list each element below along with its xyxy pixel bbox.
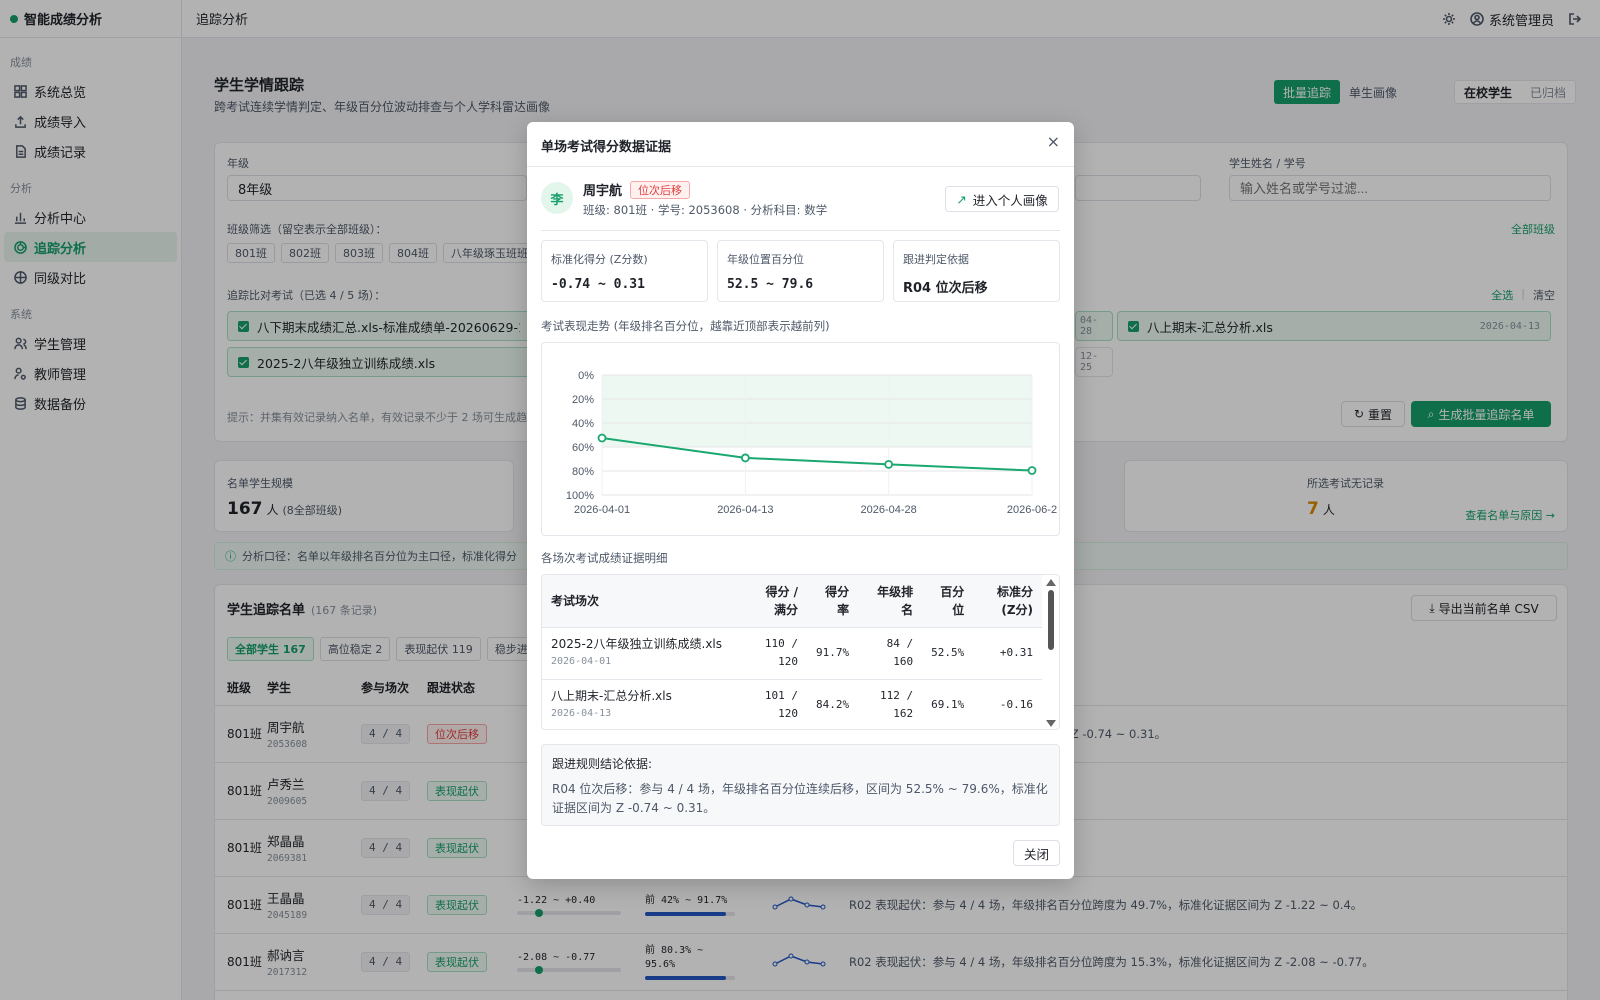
avatar: 李 [541,182,573,214]
rank-total: 160 [893,655,914,668]
data-point [1027,466,1037,475]
z-cell: +0.31 [973,626,1042,679]
exam-name: 八上期末-汇总分析.xls [551,689,672,704]
th-score: 得分 / 满分 [742,575,807,627]
score-full: 120 [778,655,798,668]
rank-cell: 112 / 162 [858,678,923,729]
rank-cell: 84 / 160 [858,626,923,679]
exam-date: 2026-04-13 [551,708,612,720]
score-cell: 110 / 120 [742,626,807,679]
conclusion-title: 跟进规则结论依据: [552,757,653,771]
exam-date: 2026-04-01 [551,656,612,667]
profile-button[interactable]: ↗ 进入个人画像 [945,186,1059,212]
evidence-table-wrap: 考试场次 得分 / 满分 得分率 年级排名 百分位 标准分 (Z分) 2025-… [542,575,1042,729]
th-exam: 考试场次 [542,575,742,627]
exam-cell: 2025-2八年级独立训练成绩.xls 2026-04-01 [542,626,742,679]
stat-value: R04 位次后移 [903,281,988,296]
arrow-up-right-icon: ↗ [956,191,967,207]
th-rate: 得分率 [807,575,859,627]
profile-label: 进入个人画像 [972,192,1048,208]
rate-cell: 84.2% [807,678,859,729]
evidence-table-body: 2025-2八年级独立训练成绩.xls 2026-04-01 110 / 120 91.… [542,626,1042,729]
x-tick-label: 2026-04-13 [717,504,773,516]
score-full: 120 [778,707,798,721]
evidence-modal: 单场考试得分数据证据 × 李 周宇航 位次后移 班级: 801班 · 学号: 2… [527,122,1074,879]
evidence-row[interactable]: 2025-2八年级独立训练成绩.xls 2026-04-01 110 / 120 91.… [542,626,1042,679]
rank-value: 84 / [886,637,914,650]
scroll-down-icon[interactable] [1046,720,1056,727]
evidence-table-header: 考试场次 得分 / 满分 得分率 年级排名 百分位 标准分 (Z分) [542,575,1042,627]
evidence-table-container[interactable]: 考试场次 得分 / 满分 得分率 年级排名 百分位 标准分 (Z分) 2025-… [541,574,1060,730]
student-meta: 班级: 801班 · 学号: 2053608 · 分析科目: 数学 [583,203,828,217]
score-value: 101 / [764,689,798,703]
x-tick-label: 2026-06-2 [1007,504,1057,516]
stat-value: 52.5 ~ 79.6 [727,277,814,292]
rank-value: 112 / [880,689,914,703]
stat-label: 标准化得分 (Z分数) [551,253,648,266]
table-title: 各场次考试成绩证据明细 [541,551,668,565]
evidence-table: 考试场次 得分 / 满分 得分率 年级排名 百分位 标准分 (Z分) 2025-… [542,575,1042,729]
status-badge: 位次后移 [630,180,691,199]
y-tick-label: 40% [572,418,594,430]
exam-name: 2025-2八年级独立训练成绩.xls [551,637,723,651]
x-tick-label: 2026-04-01 [574,504,630,516]
rank-total: 162 [893,707,914,721]
chart-title: 考试表现走势 (年级排名百分位，越靠近顶部表示越前列) [541,319,830,333]
close-button[interactable]: 关闭 [1013,840,1060,866]
stat-label: 跟进判定依据 [903,253,969,266]
chart-band [602,375,1032,447]
pct-cell: 52.5% [922,626,974,679]
student-name: 周宇航 [583,184,623,199]
conclusion-box: 跟进规则结论依据: R04 位次后移：参与 4 / 4 场，年级排名百分位连续后… [541,744,1060,826]
y-tick-label: 20% [572,394,594,406]
scrollbar[interactable] [1045,579,1057,727]
modal-divider [541,230,1060,231]
conclusion-text: R04 位次后移：参与 4 / 4 场，年级排名百分位连续后移，区间为 52.5… [552,782,1048,815]
th-score-label: 得分 / 满分 [765,584,798,617]
data-point [884,460,894,469]
y-tick-label: 80% [572,466,594,478]
score-cell: 101 / 120 [742,678,807,729]
y-tick-label: 0% [578,370,594,382]
y-tick-label: 60% [572,442,594,454]
stat-rule: 跟进判定依据 R04 位次后移 [893,240,1060,302]
exam-cell: 八上期末-汇总分析.xls 2026-04-13 [542,678,742,729]
stat-percentile: 年级位置百分位 52.5 ~ 79.6 [717,240,884,302]
trend-chart: 0% 20% 40% 60% 80% 100% 2026-04-01 2026-04-13 20… [566,370,1057,516]
stat-label: 年级位置百分位 [727,253,804,266]
scrollbar-thumb[interactable] [1048,590,1054,650]
th-rank: 年级排名 [858,575,923,627]
modal-divider [527,166,1074,167]
data-point [597,433,607,443]
rate-cell: 91.7% [807,626,859,679]
th-pct: 百分位 [922,575,974,627]
data-point [740,453,750,463]
score-value: 110 / [764,637,798,650]
student-header: 周宇航 位次后移 [583,180,691,199]
th-zscore: 标准分 (Z分) [973,575,1042,627]
x-tick-label: 2026-04-28 [861,504,917,516]
stat-value: -0.74 ~ 0.31 [551,277,645,292]
scroll-up-icon[interactable] [1046,579,1056,586]
stat-zscore: 标准化得分 (Z分数) -0.74 ~ 0.31 [541,240,708,302]
chart-container: 0% 20% 40% 60% 80% 100% 2026-04-01 2026-04-13 20… [541,342,1060,536]
z-cell: -0.16 [973,678,1042,729]
y-tick-label: 100% [566,490,594,502]
evidence-row[interactable]: 八上期末-汇总分析.xls 2026-04-13 101 /120 84.2% 112 … [542,678,1042,729]
close-icon[interactable]: × [1047,132,1060,151]
modal-title: 单场考试得分数据证据 [541,140,672,155]
pct-cell: 69.1% [922,678,974,729]
